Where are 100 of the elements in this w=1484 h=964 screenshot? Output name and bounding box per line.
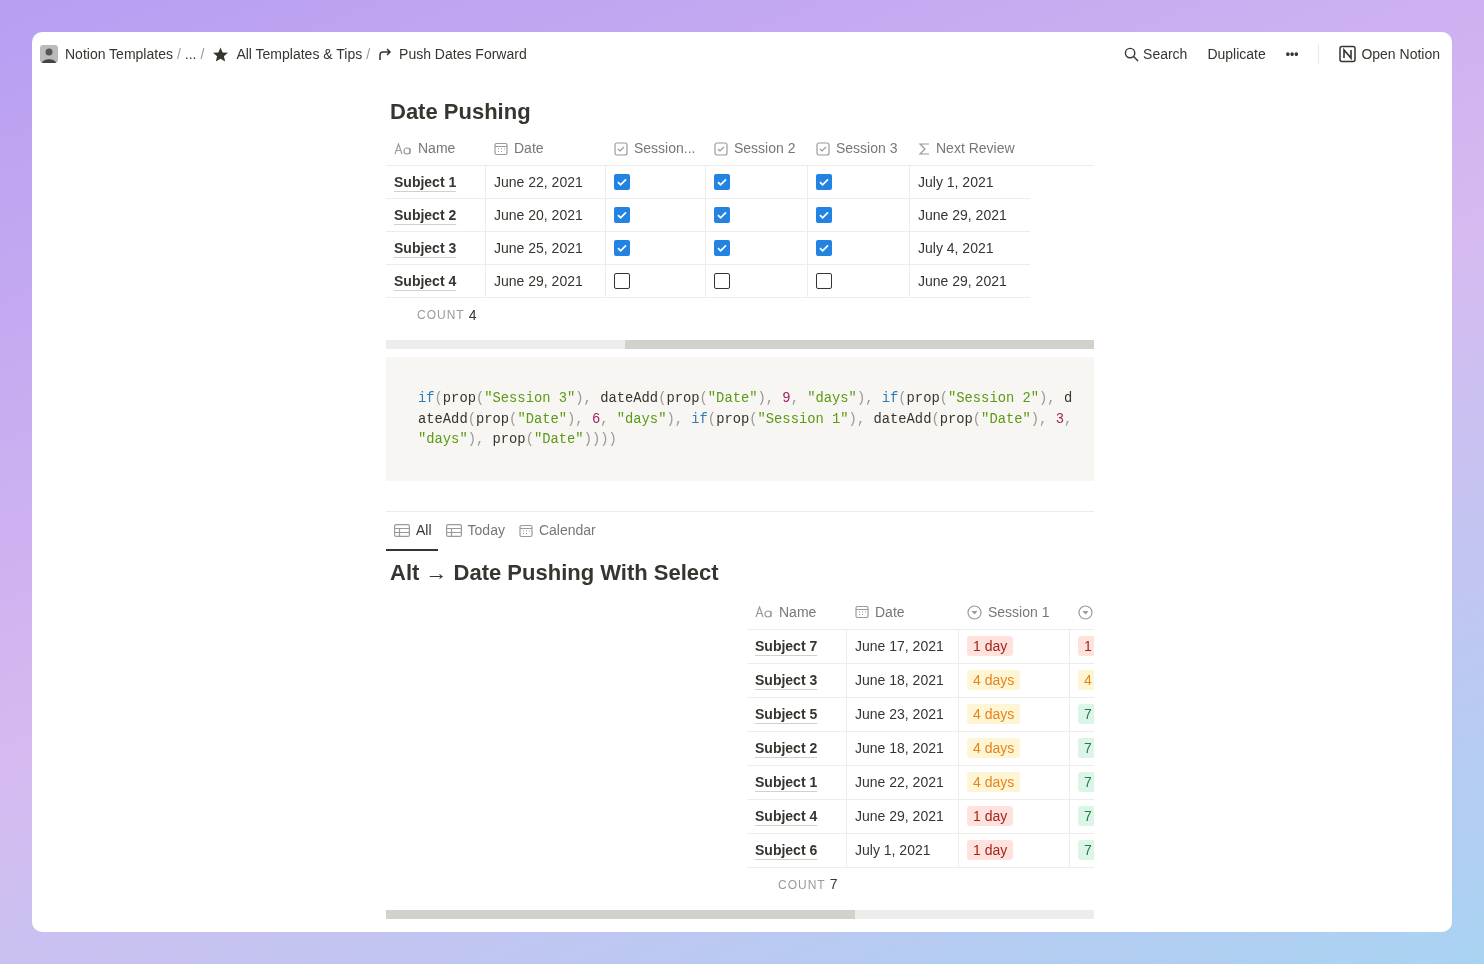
search-button[interactable]: Search xyxy=(1118,41,1194,67)
checkbox[interactable] xyxy=(816,273,832,290)
select-tag: 4 days xyxy=(967,738,1021,759)
more-button[interactable]: ••• xyxy=(1279,43,1305,65)
date-cell-text: July 4, 2021 xyxy=(918,238,994,258)
date-cell-text: June 20, 2021 xyxy=(494,205,583,225)
checkbox[interactable] xyxy=(816,174,832,191)
checkmark-icon xyxy=(716,176,728,189)
checkmark-icon xyxy=(818,176,830,189)
calendar-icon xyxy=(855,605,869,620)
checkbox[interactable] xyxy=(714,174,730,191)
select-tag: 1 day xyxy=(967,806,1014,827)
column-header[interactable]: Session 2 xyxy=(706,132,808,167)
date-cell-text: June 18, 2021 xyxy=(855,738,944,758)
checkbox-type-icon xyxy=(816,141,830,156)
subject-name[interactable]: Subject 3 xyxy=(394,237,457,259)
formula-code: if(prop("Session 3"), dateAdd(prop("Date"), 9, "days"), if(prop("Session 2"), dateAdd(prop("Date"), 6, "days"), if(prop("Session 1"), dateAdd(prop("Date"), 3, "days"), prop("Date")))) xyxy=(418,390,1074,450)
column-header[interactable]: Session 3 xyxy=(808,132,910,167)
subject-name[interactable]: Subject 4 xyxy=(394,270,457,292)
table-title: Date Pushing xyxy=(389,98,532,126)
select-tag: 4 days xyxy=(967,772,1021,793)
column-header[interactable]: Name xyxy=(386,132,486,167)
view-tab[interactable]: All xyxy=(386,516,438,552)
checkbox[interactable] xyxy=(816,240,832,257)
checkbox[interactable] xyxy=(714,273,730,290)
checkmark-icon xyxy=(616,242,628,255)
table-icon xyxy=(445,524,462,538)
column-header[interactable]: Name xyxy=(747,595,847,630)
checkmark-icon xyxy=(616,176,628,189)
subject-name[interactable]: Subject 1 xyxy=(755,771,818,793)
scrollbar[interactable] xyxy=(386,340,1094,350)
subject-name[interactable]: Subject 1 xyxy=(394,171,457,193)
count-label: COUNT xyxy=(417,307,465,325)
star-icon xyxy=(212,45,230,63)
view-tab[interactable]: Today xyxy=(437,516,511,552)
select-tag: 4 days xyxy=(967,670,1021,691)
checkbox[interactable] xyxy=(714,240,730,257)
date-cell-text: June 22, 2021 xyxy=(855,772,944,792)
date-cell-text: June 25, 2021 xyxy=(494,238,583,258)
column-header[interactable]: Next Review xyxy=(910,132,1094,167)
subject-name[interactable]: Subject 5 xyxy=(755,703,818,725)
count-label: COUNT xyxy=(778,876,826,894)
date-cell-text: June 29, 2021 xyxy=(855,806,944,826)
calendar-icon xyxy=(494,141,508,156)
breadcrumb-link[interactable]: Notion Templates xyxy=(65,43,173,65)
checkbox[interactable] xyxy=(614,240,630,257)
subject-name[interactable]: Subject 4 xyxy=(755,805,818,827)
scrollbar[interactable] xyxy=(386,909,1094,919)
checkbox[interactable] xyxy=(614,174,630,191)
select-tag: 7 xyxy=(1078,840,1094,861)
subject-name[interactable]: Subject 3 xyxy=(755,669,818,691)
text-type-icon xyxy=(755,606,773,619)
checkbox[interactable] xyxy=(614,273,630,290)
checkmark-icon xyxy=(818,209,830,222)
select-tag: 7 xyxy=(1078,704,1094,725)
open-notion-button[interactable]: Open Notion xyxy=(1333,41,1446,67)
subject-name[interactable]: Subject 7 xyxy=(755,635,818,657)
select-tag: 1 day xyxy=(967,840,1014,861)
dropdown-type-icon xyxy=(967,604,982,620)
date-cell-text: June 18, 2021 xyxy=(855,670,944,690)
checkmark-icon xyxy=(716,209,728,222)
breadcrumb-separator: / xyxy=(176,44,181,64)
calendar-icon xyxy=(518,523,533,538)
table-icon xyxy=(394,524,410,538)
column-header[interactable]: Session... xyxy=(606,132,706,167)
checkmark-icon xyxy=(716,242,728,255)
select-tag: 4 days xyxy=(967,704,1021,725)
checkbox[interactable] xyxy=(614,207,630,224)
subject-name[interactable]: Subject 2 xyxy=(394,204,457,226)
date-cell-text: June 29, 2021 xyxy=(918,205,1007,225)
count-value: 7 xyxy=(829,875,838,895)
subject-name[interactable]: Subject 2 xyxy=(755,737,818,759)
checkmark-icon xyxy=(818,242,830,255)
breadcrumb-separator: / xyxy=(366,44,371,64)
checkbox[interactable] xyxy=(816,207,832,224)
breadcrumb-link[interactable]: All Templates & Tips xyxy=(236,43,363,65)
n-logo-icon xyxy=(1339,45,1358,63)
select-tag: 7 xyxy=(1078,806,1094,827)
checkbox[interactable] xyxy=(714,207,730,224)
checkmark-icon xyxy=(616,209,628,222)
column-header[interactable]: Session 1 xyxy=(959,595,1070,630)
column-header[interactable]: Date xyxy=(486,132,606,167)
select-tag: 1 xyxy=(1078,636,1094,657)
duplicate-button[interactable]: Duplicate xyxy=(1201,41,1272,67)
date-cell-text: June 22, 2021 xyxy=(494,172,583,192)
avatar-icon xyxy=(40,45,58,63)
date-cell-text: June 29, 2021 xyxy=(918,271,1007,291)
text-type-icon xyxy=(394,142,412,155)
select-tag: 4 xyxy=(1078,670,1094,691)
count-value: 4 xyxy=(468,305,477,325)
view-tab[interactable]: Calendar xyxy=(510,516,602,552)
checkbox-type-icon xyxy=(614,141,628,156)
breadcrumb-link[interactable]: Push Dates Forward xyxy=(399,43,527,65)
date-cell-text: July 1, 2021 xyxy=(855,840,931,860)
select-tag: 7 xyxy=(1078,772,1094,793)
column-header[interactable]: Date xyxy=(847,595,959,630)
table-title: Alt → Date Pushing With Select xyxy=(389,559,720,588)
subject-name[interactable]: Subject 6 xyxy=(755,839,818,861)
dropdown-type-icon xyxy=(1078,604,1093,620)
breadcrumb-link[interactable]: ... xyxy=(184,43,197,65)
